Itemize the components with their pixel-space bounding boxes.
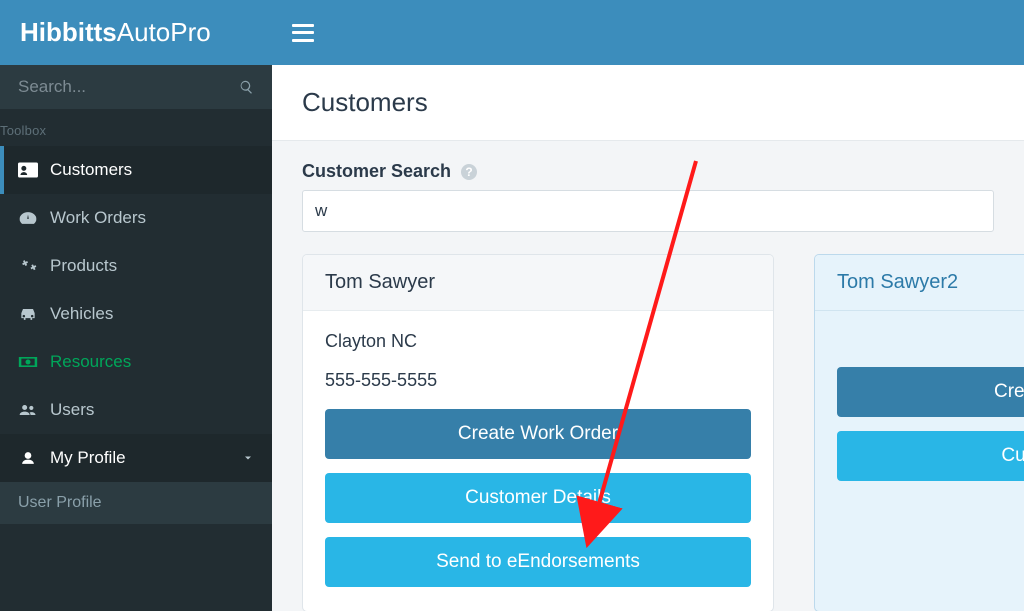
sidebar-item-label: My Profile (50, 448, 126, 468)
dashboard-icon (18, 210, 38, 226)
sidebar-item-products[interactable]: Products (0, 242, 272, 290)
sidebar-item-my-profile[interactable]: My Profile (0, 434, 272, 482)
brand-logo[interactable]: HibbittsAutoPro (0, 0, 272, 65)
chevron-down-icon (242, 452, 254, 464)
customer-details-button[interactable]: Customer Details (325, 473, 751, 523)
create-work-order-button[interactable]: Create (837, 367, 1024, 417)
sidebar-item-label: Resources (50, 352, 131, 372)
brand-light: AutoPro (117, 17, 211, 48)
gears-icon (18, 258, 38, 274)
sidebar-item-customers[interactable]: Customers (0, 146, 272, 194)
customer-phone: 555-555-5555 (325, 370, 751, 391)
send-to-eendorsements-button[interactable]: Send to eEndorsements (325, 537, 751, 587)
sidebar-item-label: Work Orders (50, 208, 146, 228)
sidebar-search (0, 65, 272, 109)
customer-cards-row: Tom Sawyer Clayton NC 555-555-5555 Creat… (272, 250, 1024, 611)
customer-card-name[interactable]: Tom Sawyer2 (815, 255, 1024, 311)
sidebar-toggle-icon[interactable] (292, 24, 314, 42)
sidebar-item-resources[interactable]: Resources (0, 338, 272, 386)
user-icon (18, 450, 38, 466)
create-work-order-button[interactable]: Create Work Order (325, 409, 751, 459)
customer-search-label: Customer Search ? (302, 161, 994, 182)
car-icon (18, 306, 38, 322)
page-title: Customers (272, 65, 1024, 141)
sidebar-item-label: Vehicles (50, 304, 113, 324)
brand-bold: Hibbitts (20, 17, 117, 48)
sidebar-item-vehicles[interactable]: Vehicles (0, 290, 272, 338)
sidebar-item-users[interactable]: Users (0, 386, 272, 434)
main-content: Customers Customer Search ? Tom Sawyer C… (272, 65, 1024, 611)
customer-card: Tom Sawyer Clayton NC 555-555-5555 Creat… (302, 254, 774, 611)
users-icon (18, 402, 38, 418)
topbar: HibbittsAutoPro (0, 0, 1024, 65)
customer-search-input[interactable] (302, 190, 994, 232)
customer-location: Clayton NC (325, 331, 751, 352)
customer-details-button[interactable]: Custo (837, 431, 1024, 481)
customer-search-label-text: Customer Search (302, 161, 451, 182)
customer-search-section: Customer Search ? (272, 141, 1024, 250)
customer-card: Tom Sawyer2 Create Custo (814, 254, 1024, 611)
money-icon (18, 354, 38, 370)
sidebar-subitem-user-profile[interactable]: User Profile (0, 482, 272, 524)
topbar-right (272, 0, 1024, 65)
customer-card-name[interactable]: Tom Sawyer (303, 255, 773, 311)
sidebar-section-label: Toolbox (0, 109, 272, 146)
sidebar-item-work-orders[interactable]: Work Orders (0, 194, 272, 242)
search-icon[interactable] (239, 78, 254, 96)
sidebar-subitem-label: User Profile (18, 494, 102, 511)
sidebar-search-input[interactable] (18, 77, 239, 97)
id-card-icon (18, 162, 38, 178)
sidebar-item-label: Users (50, 400, 94, 420)
help-icon[interactable]: ? (461, 164, 477, 180)
sidebar: Toolbox Customers Work Orders Products V… (0, 65, 272, 611)
sidebar-item-label: Customers (50, 160, 132, 180)
sidebar-item-label: Products (50, 256, 117, 276)
